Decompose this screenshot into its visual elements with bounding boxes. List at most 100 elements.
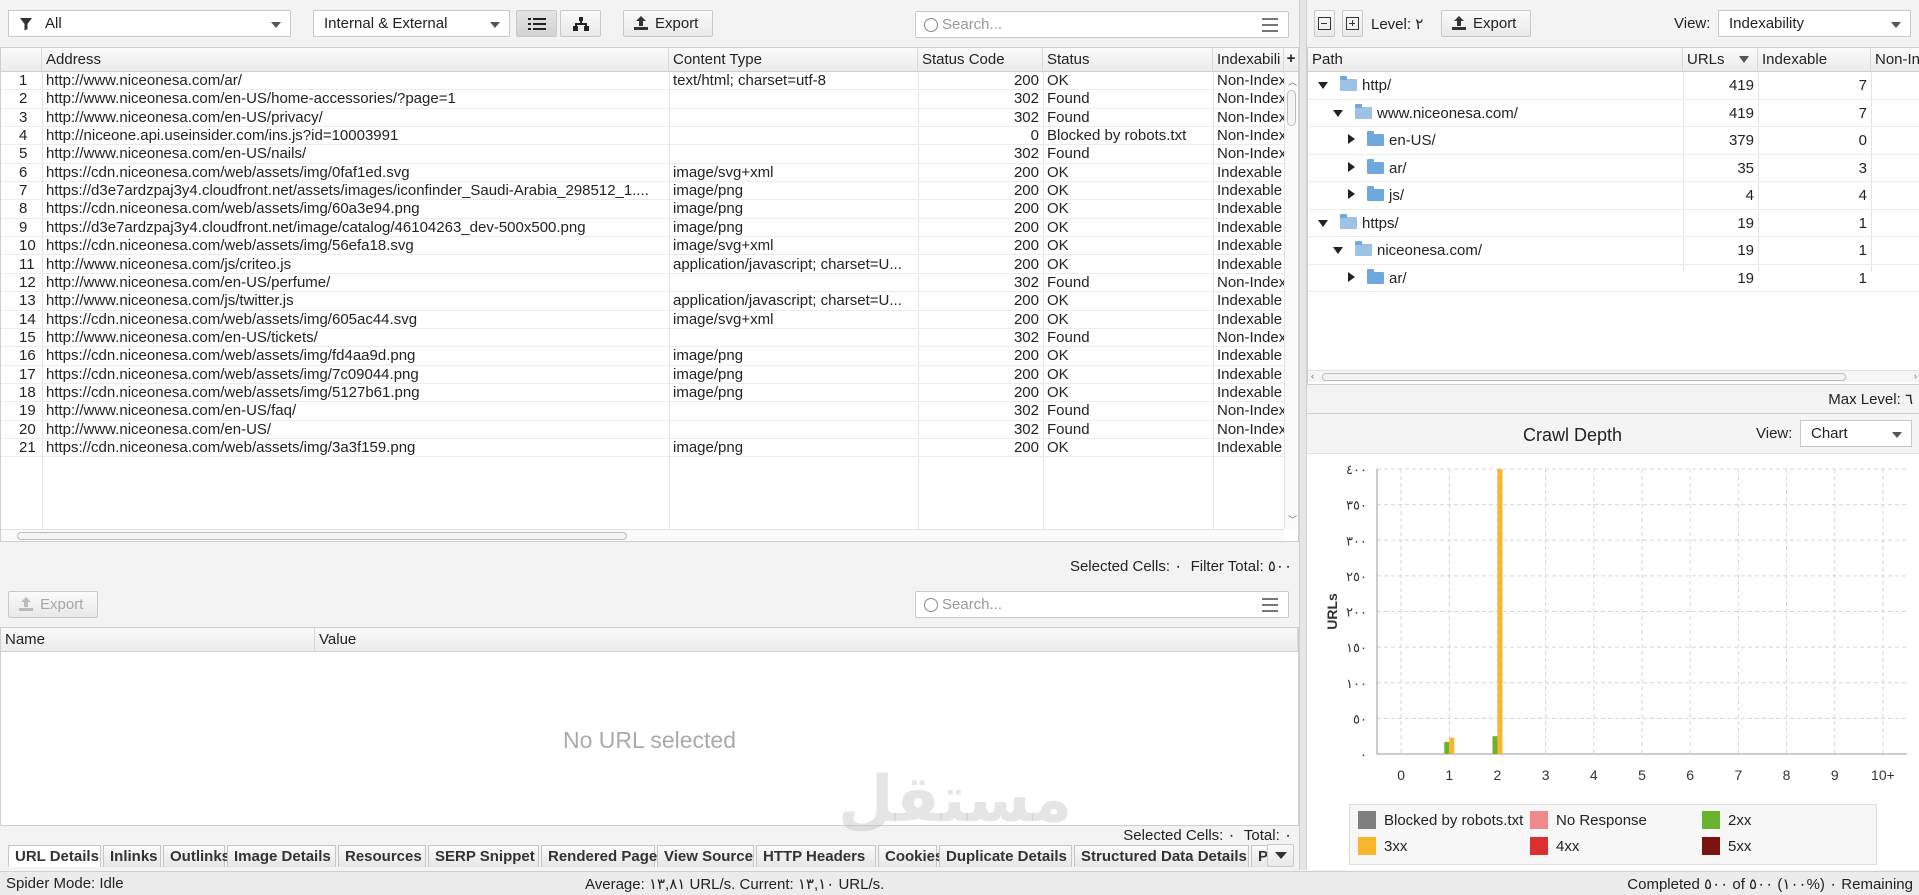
view-dropdown[interactable]: Indexability: [1718, 10, 1911, 37]
detail-search-input[interactable]: Search...: [915, 591, 1289, 618]
plus-icon[interactable]: +: [1284, 48, 1298, 72]
folder-icon: [1367, 268, 1384, 284]
table-row[interactable]: 2 http://www.niceonesa.com/en-US/home-acc…: [1, 90, 1284, 109]
tab-image-details[interactable]: Image Details: [227, 845, 336, 867]
filter-dropdown[interactable]: All: [8, 10, 291, 37]
list-view-button[interactable]: [516, 10, 557, 37]
expand-arrow-icon[interactable]: [1348, 134, 1355, 144]
header-path[interactable]: Path: [1308, 48, 1683, 72]
scroll-up-icon[interactable]: ︿: [1288, 75, 1297, 88]
export-button[interactable]: Export: [623, 10, 713, 37]
search-input[interactable]: Search...: [915, 11, 1289, 38]
folder-icon: [1367, 158, 1384, 174]
detail-export-button[interactable]: Export: [8, 591, 98, 618]
chart-legend: Blocked by robots.txt No Response 2xx 3x…: [1349, 804, 1877, 865]
tree-row[interactable]: www.niceonesa.com/419 7: [1308, 100, 1919, 127]
table-row[interactable]: 6 https://cdn.niceonesa.com/web/assets/im…: [1, 163, 1284, 183]
cell-address: http://niceone.api.useinsider.com/ins.js…: [46, 127, 399, 145]
tree-row[interactable]: niceonesa.com/19 1: [1308, 237, 1919, 265]
tab-cookies[interactable]: Cookies: [878, 845, 943, 867]
table-row[interactable]: 13 http://www.niceonesa.com/js/twitter.js…: [1, 292, 1284, 311]
tree-row[interactable]: ar/35 3: [1308, 155, 1919, 183]
header-content-type[interactable]: Content Type: [669, 48, 918, 72]
scroll-down-icon[interactable]: ﹀: [1288, 513, 1297, 526]
tree-row[interactable]: http/419 7: [1308, 72, 1919, 100]
tab-url-details[interactable]: URL Details: [8, 845, 101, 867]
table-row[interactable]: 9 https://d3e7ardzpaj3y4.cloudfront.net/i…: [1, 219, 1284, 238]
tab-rendered-page[interactable]: Rendered Page: [541, 845, 657, 867]
bar-3xx: [1449, 737, 1455, 754]
collapse-level-button[interactable]: [1314, 10, 1335, 37]
expand-arrow-icon[interactable]: [1348, 161, 1355, 172]
tab-resources[interactable]: Resources: [338, 845, 426, 867]
table-row[interactable]: 5 http://www.niceonesa.com/en-US/nails/30…: [1, 145, 1284, 164]
tab-serp-snippet[interactable]: SERP Snippet: [428, 845, 539, 867]
panel-divider[interactable]: [1299, 0, 1307, 870]
tab-structured-data-details[interactable]: Structured Data Details: [1074, 845, 1249, 867]
header-indexable[interactable]: Indexable: [1758, 48, 1871, 72]
header-status[interactable]: Status: [1043, 48, 1213, 72]
table-row[interactable]: 15 http://www.niceonesa.com/en-US/tickets…: [1, 329, 1284, 348]
table-row[interactable]: 1 http://www.niceonesa.com/ar/text/html; …: [1, 72, 1284, 91]
table-row[interactable]: 10 https://cdn.niceonesa.com/web/assets/i…: [1, 237, 1284, 256]
cell-content-type: image/svg+xml: [673, 237, 774, 255]
table-row[interactable]: 11 http://www.niceonesa.com/js/criteo.js a…: [1, 256, 1284, 274]
tree-path-cell: ar/: [1344, 155, 1684, 183]
table-row[interactable]: 3 http://www.niceonesa.com/en-US/privacy/…: [1, 109, 1284, 128]
table-row[interactable]: 4 http://niceone.api.useinsider.com/ins.j…: [1, 127, 1284, 146]
header-name[interactable]: Name: [1, 628, 315, 652]
cell-status: OK: [1047, 292, 1069, 310]
tab-duplicate-details[interactable]: Duplicate Details: [939, 845, 1072, 867]
tree-row[interactable]: en-US/379 0: [1308, 127, 1919, 155]
tree-export-button[interactable]: Export: [1441, 10, 1531, 37]
sliders-icon[interactable]: [1262, 598, 1278, 612]
cell-indexability: Non-Index: [1217, 145, 1284, 163]
table-row[interactable]: 20 http://www.niceonesa.com/en-US/302 Foun…: [1, 421, 1284, 439]
tab-inlinks[interactable]: Inlinks: [103, 845, 161, 867]
tree-view-button[interactable]: [560, 10, 601, 37]
tab-http-headers[interactable]: HTTP Headers: [756, 845, 876, 867]
table-row[interactable]: 17 https://cdn.niceonesa.com/web/assets/i…: [1, 366, 1284, 384]
table-row[interactable]: 7 https://d3e7ardzpaj3y4.cloudfront.net/a…: [1, 182, 1284, 201]
tree-row[interactable]: ar/19 1: [1308, 265, 1919, 292]
upload-icon: [19, 597, 33, 611]
collapse-arrow-icon[interactable]: [1333, 247, 1343, 254]
table-row[interactable]: 14 https://cdn.niceonesa.com/web/assets/i…: [1, 311, 1284, 329]
crawl-view-dropdown[interactable]: Chart: [1800, 420, 1912, 447]
header-value[interactable]: Value: [315, 628, 1298, 652]
expand-arrow-icon[interactable]: [1348, 189, 1355, 199]
table-row[interactable]: 16 https://cdn.niceonesa.com/web/assets/i…: [1, 347, 1284, 366]
header-indexability[interactable]: Indexabili: [1213, 48, 1284, 72]
legend-blocked: Blocked by robots.txt: [1358, 811, 1523, 829]
table-row[interactable]: 12 http://www.niceonesa.com/en-US/perfume…: [1, 273, 1284, 293]
table-row[interactable]: 19 http://www.niceonesa.com/en-US/faq/302…: [1, 402, 1284, 421]
tab-outlinks[interactable]: Outlinks: [163, 845, 230, 867]
header-status-code[interactable]: Status Code: [918, 48, 1043, 72]
vertical-scrollbar[interactable]: ︿ ﹀: [1284, 72, 1298, 529]
expand-arrow-icon[interactable]: [1348, 271, 1355, 282]
cell-address: http://www.niceonesa.com/en-US/nails/: [46, 145, 307, 163]
collapse-arrow-icon[interactable]: [1318, 219, 1328, 227]
tab-view-source[interactable]: View Source: [657, 845, 754, 867]
tree-row[interactable]: js/4 4: [1308, 182, 1919, 210]
cell-content-type: image/svg+xml: [673, 163, 774, 181]
sliders-icon[interactable]: [1262, 18, 1278, 32]
collapse-arrow-icon[interactable]: [1333, 109, 1343, 117]
table-row[interactable]: 8 https://cdn.niceonesa.com/web/assets/im…: [1, 200, 1284, 219]
tree-urls-cell: 4: [1745, 187, 1754, 204]
tree-horizontal-scrollbar[interactable]: ‹ ›: [1308, 370, 1919, 382]
tabs-overflow-button[interactable]: [1267, 844, 1294, 867]
row-index: 12: [19, 273, 36, 291]
y-tick-label: ٣٠٠: [1346, 533, 1367, 548]
header-address[interactable]: Address: [42, 48, 669, 72]
collapse-arrow-icon[interactable]: [1318, 82, 1328, 89]
header-urls[interactable]: URLs: [1683, 48, 1758, 72]
header-non-indexable[interactable]: Non-In: [1871, 48, 1919, 72]
table-row[interactable]: 21 https://cdn.niceonesa.com/web/assets/i…: [1, 439, 1284, 458]
table-row[interactable]: 18 https://cdn.niceonesa.com/web/assets/i…: [1, 384, 1284, 403]
tree-row[interactable]: https/19 1: [1308, 210, 1919, 237]
expand-level-button[interactable]: [1342, 10, 1363, 37]
horizontal-scrollbar[interactable]: [1, 529, 1284, 541]
scope-dropdown[interactable]: Internal & External: [313, 10, 510, 37]
cell-address: https://cdn.niceonesa.com/web/assets/img…: [46, 365, 419, 383]
